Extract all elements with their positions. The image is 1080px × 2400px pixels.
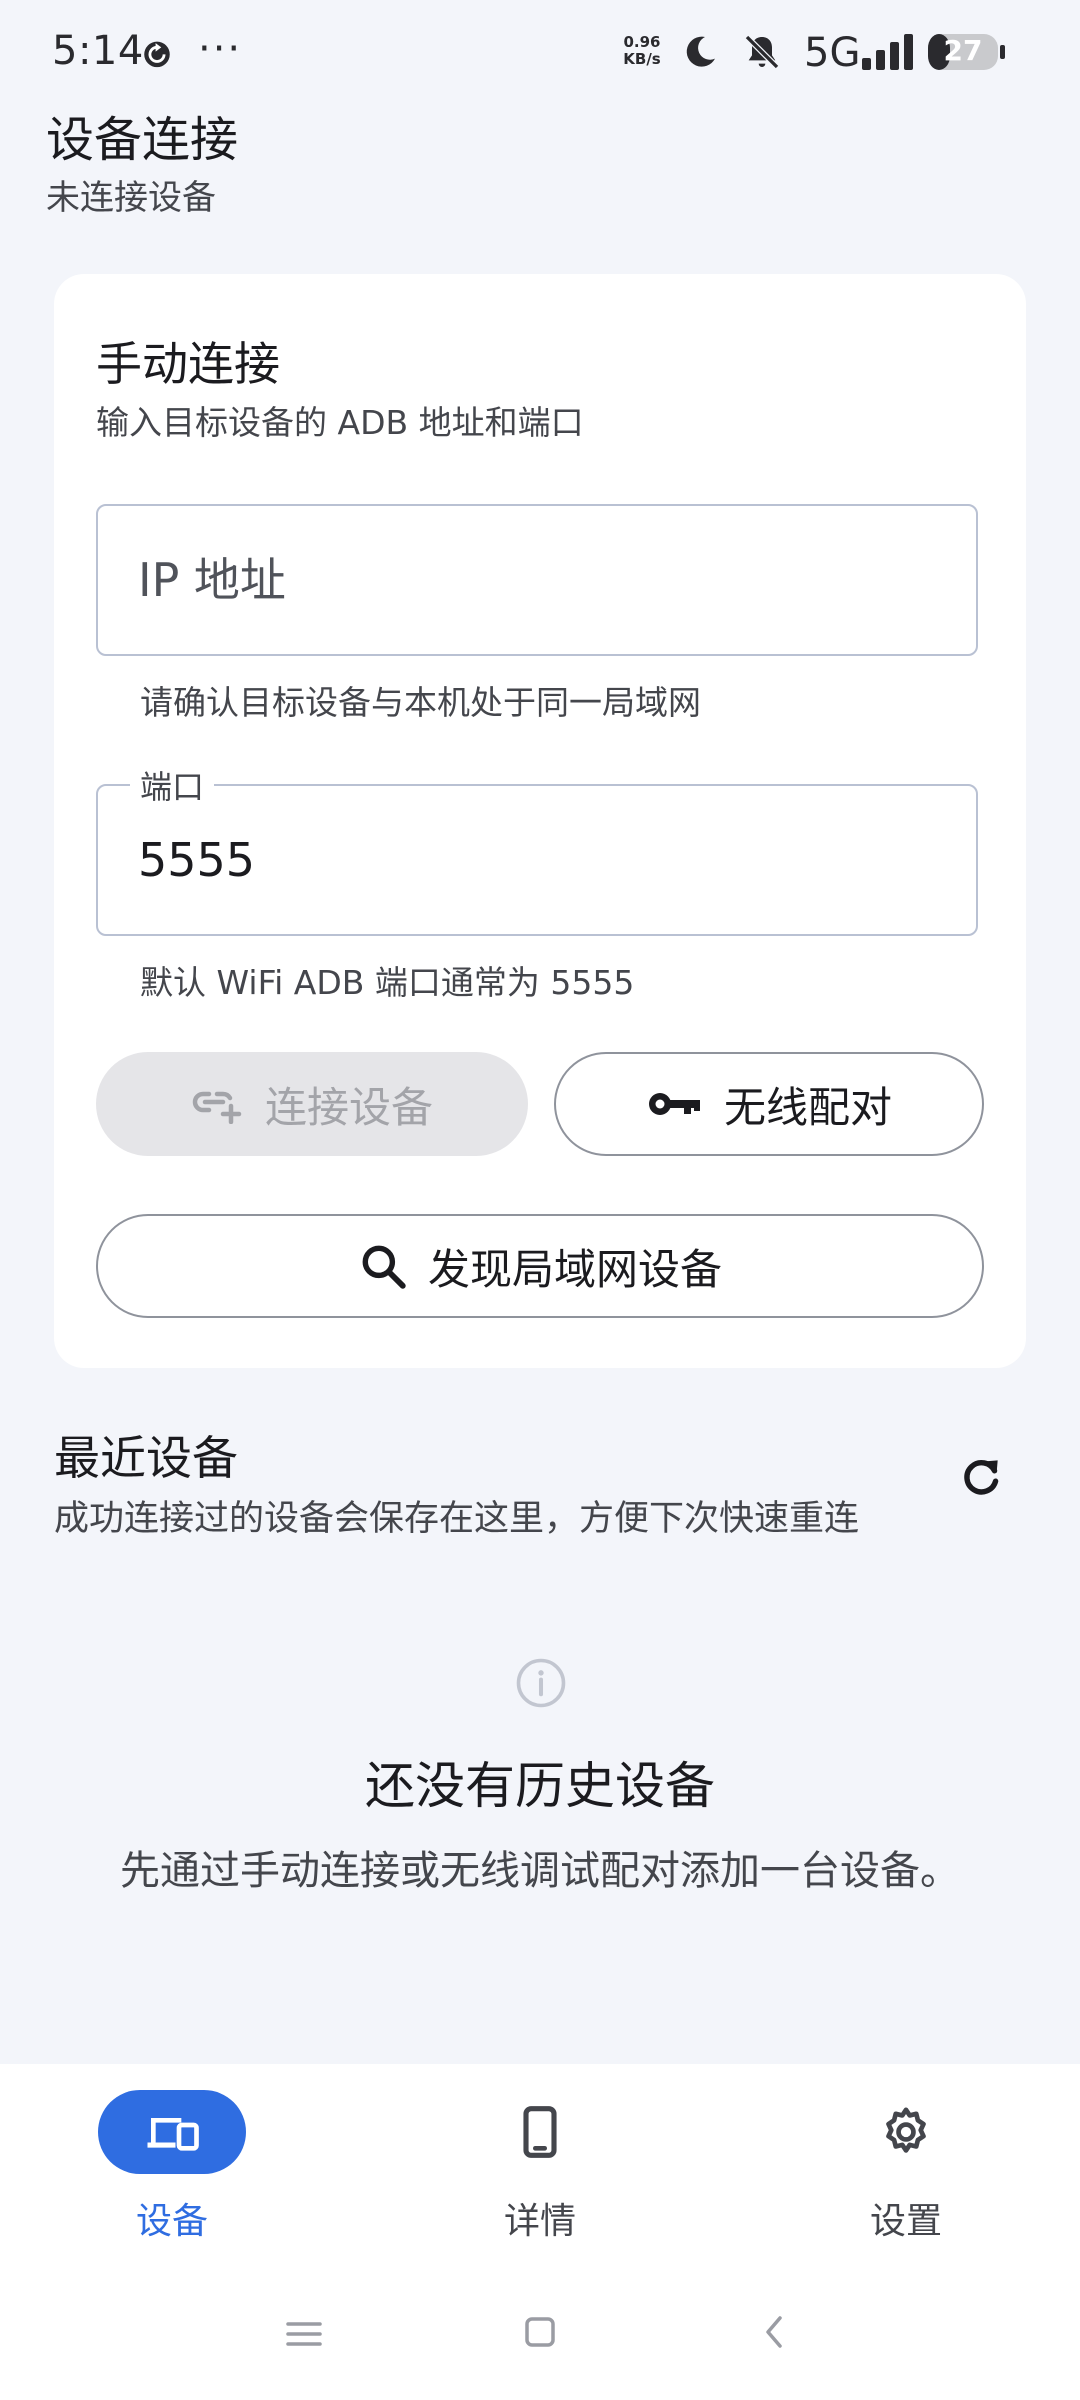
network-speed: 0.96 KB/s (618, 34, 666, 68)
recent-apps-icon[interactable] (284, 2316, 324, 2352)
battery-level: 27 (943, 34, 983, 67)
port-label: 端口 (130, 762, 215, 808)
back-icon[interactable] (756, 2312, 792, 2352)
status-bar: 5:14 ··· 0.96 KB/s 5G 27 (0, 0, 1080, 100)
key-icon (648, 1093, 700, 1115)
port-field[interactable] (96, 784, 978, 936)
discover-lan-button[interactable]: 发现局域网设备 (96, 1214, 984, 1318)
manual-connect-title: 手动连接 (96, 337, 280, 391)
wireless-pair-button[interactable]: 无线配对 (554, 1052, 984, 1156)
phone-icon[interactable] (512, 2104, 568, 2160)
recent-devices-title: 最近设备 (54, 1431, 238, 1485)
nav-settings-label[interactable]: 设置 (806, 2192, 1006, 2244)
sync-icon (144, 41, 170, 68)
recent-devices-subtitle: 成功连接过的设备会保存在这里，方便下次快速重连 (54, 1499, 860, 1539)
moon-icon (686, 36, 715, 67)
page-title: 设备连接 (46, 112, 239, 168)
connect-device-label: 连接设备 (264, 1082, 433, 1132)
empty-state-description: 先通过手动连接或无线调试配对添加一台设备。 (120, 1848, 960, 1894)
nav-devices-label[interactable]: 设备 (72, 2192, 272, 2244)
connection-status: 未连接设备 (46, 178, 216, 218)
manual-connect-subtitle: 输入目标设备的 ADB 地址和端口 (96, 403, 584, 442)
ip-address-help: 请确认目标设备与本机处于同一局域网 (140, 683, 701, 722)
empty-state-title: 还没有历史设备 (365, 1757, 715, 1815)
wireless-pair-label: 无线配对 (723, 1082, 892, 1132)
nav-details-label[interactable]: 详情 (440, 2192, 640, 2244)
connect-device-button[interactable]: 连接设备 (96, 1052, 528, 1156)
link-add-icon (192, 1091, 242, 1124)
battery-icon: 27 (926, 32, 1006, 72)
search-icon (362, 1245, 406, 1289)
home-icon[interactable] (522, 2314, 558, 2350)
refresh-icon[interactable] (956, 1452, 1006, 1502)
info-icon (516, 1658, 566, 1708)
signal-icon (862, 34, 913, 70)
discover-lan-label: 发现局域网设备 (427, 1244, 722, 1294)
port-help: 默认 WiFi ADB 端口通常为 5555 (140, 963, 635, 1002)
more-notifications-icon: ··· (198, 26, 243, 72)
network-speed-unit: KB/s (623, 50, 661, 68)
network-type: 5G (804, 30, 861, 76)
ip-address-input[interactable] (138, 506, 938, 654)
port-input[interactable] (138, 786, 938, 934)
network-speed-value: 0.96 (623, 33, 661, 51)
bell-off-icon (744, 34, 780, 70)
ip-address-field[interactable] (96, 504, 978, 656)
devices-icon[interactable] (144, 2104, 200, 2160)
gear-icon[interactable] (878, 2104, 934, 2160)
status-time: 5:14 (52, 28, 144, 74)
